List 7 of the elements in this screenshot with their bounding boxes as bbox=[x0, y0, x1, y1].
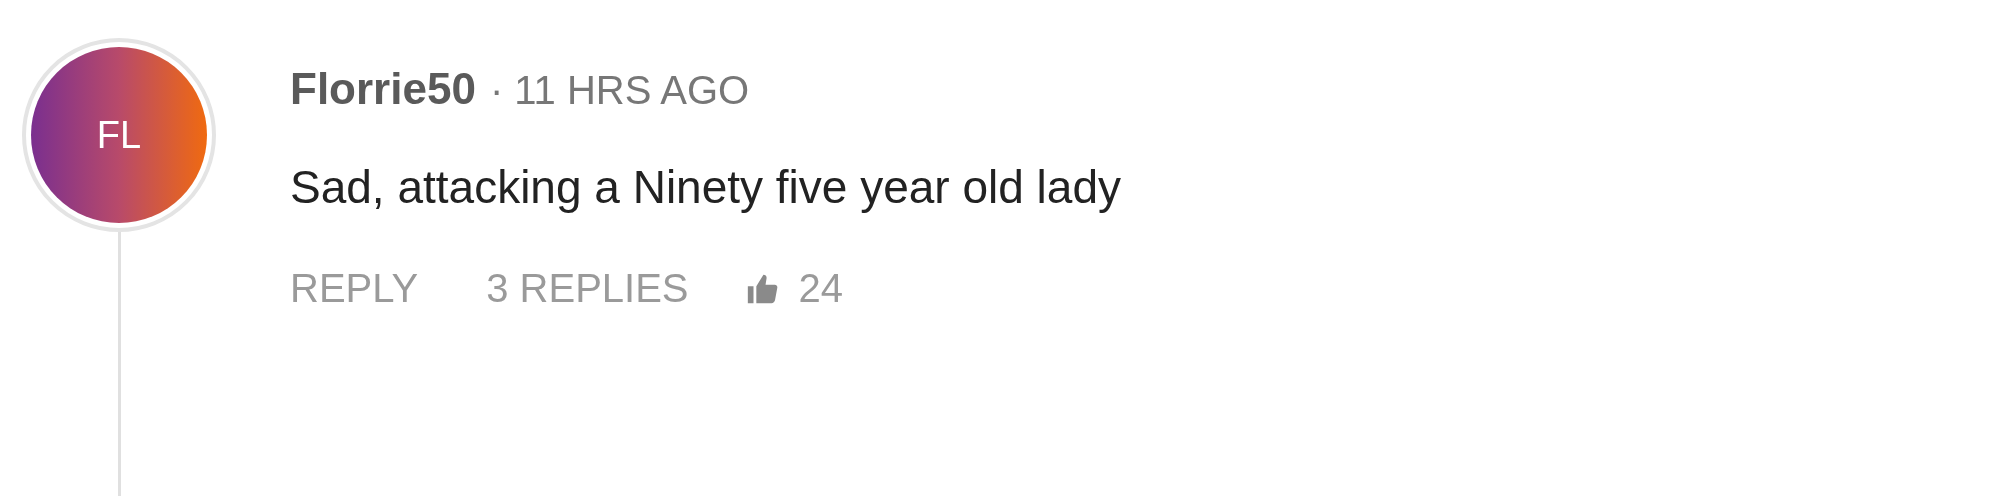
comment-text: Sad, attacking a Ninety five year old lady bbox=[290, 160, 1121, 214]
username[interactable]: Florrie50 bbox=[290, 64, 476, 114]
timestamp: · 11 HRS AGO bbox=[489, 68, 750, 113]
like-count: 24 bbox=[798, 266, 844, 311]
replies-button[interactable]: 3 REPLIES bbox=[486, 266, 689, 311]
avatar: FL bbox=[22, 38, 216, 232]
reply-button[interactable]: REPLY bbox=[290, 266, 419, 311]
